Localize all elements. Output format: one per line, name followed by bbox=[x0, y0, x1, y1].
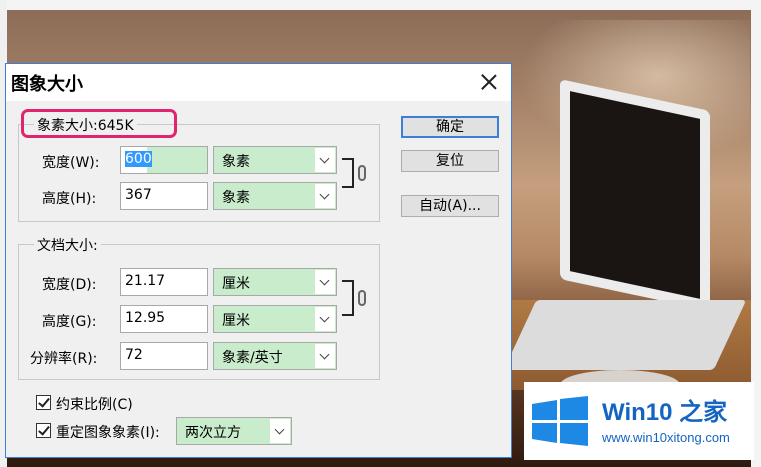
chevron-down-icon bbox=[315, 184, 335, 208]
doc-width-label: 宽度(D): bbox=[42, 277, 97, 293]
title-bar: 图象大小 bbox=[6, 64, 511, 101]
chevron-down-icon bbox=[315, 307, 335, 331]
doc-width-unit-select[interactable]: 厘米 bbox=[213, 268, 337, 296]
document-size-legend: 文档大小: bbox=[34, 235, 101, 255]
constrain-proportions-checkbox[interactable] bbox=[36, 395, 51, 410]
auto-button[interactable]: 自动(A)... bbox=[401, 195, 499, 217]
close-icon[interactable] bbox=[477, 70, 501, 94]
resolution-unit-select[interactable]: 象素/英寸 bbox=[213, 342, 337, 370]
chevron-down-icon bbox=[270, 419, 290, 443]
constrain-proportions-label: 约束比例(C) bbox=[56, 397, 133, 413]
reset-button[interactable]: 复位 bbox=[401, 150, 499, 172]
windows-logo-icon bbox=[532, 396, 588, 446]
pixel-width-input[interactable]: 600 bbox=[120, 146, 208, 174]
pixel-width-label: 宽度(W): bbox=[42, 155, 100, 171]
pixel-size-highlight bbox=[21, 109, 177, 138]
resample-checkbox[interactable] bbox=[36, 423, 51, 438]
image-size-dialog: 图象大小 象素大小:645K 宽度(W): 600 象素 高度(H): 367 … bbox=[5, 63, 512, 458]
doc-height-label: 高度(G): bbox=[42, 314, 97, 330]
pixel-width-unit-select[interactable]: 象素 bbox=[213, 146, 337, 174]
pixel-height-input[interactable]: 367 bbox=[120, 182, 208, 210]
link-bracket bbox=[342, 158, 354, 188]
watermark-title: Win10 之家 bbox=[602, 399, 728, 426]
chain-link-icon bbox=[358, 165, 366, 181]
watermark: Win10 之家 www.win10xitong.com bbox=[524, 382, 754, 460]
watermark-url: www.win10xitong.com bbox=[602, 430, 730, 445]
chevron-down-icon bbox=[315, 148, 335, 172]
laptop-image bbox=[560, 79, 710, 311]
chevron-down-icon bbox=[315, 344, 335, 368]
chevron-down-icon bbox=[315, 270, 335, 294]
dialog-title: 图象大小 bbox=[11, 74, 83, 95]
doc-height-input[interactable]: 12.95 bbox=[120, 305, 208, 333]
pixel-height-label: 高度(H): bbox=[42, 191, 97, 207]
resample-label: 重定图象象素(I): bbox=[56, 425, 160, 441]
resolution-input[interactable]: 72 bbox=[120, 342, 208, 370]
ok-button[interactable]: 确定 bbox=[401, 116, 499, 138]
doc-height-unit-select[interactable]: 厘米 bbox=[213, 305, 337, 333]
pixel-height-unit-select[interactable]: 象素 bbox=[213, 182, 337, 210]
chain-link-icon bbox=[358, 290, 366, 306]
resample-method-select[interactable]: 两次立方 bbox=[176, 417, 292, 445]
link-bracket bbox=[342, 280, 354, 316]
doc-width-input[interactable]: 21.17 bbox=[120, 268, 208, 296]
resolution-label: 分辨率(R): bbox=[30, 351, 98, 367]
